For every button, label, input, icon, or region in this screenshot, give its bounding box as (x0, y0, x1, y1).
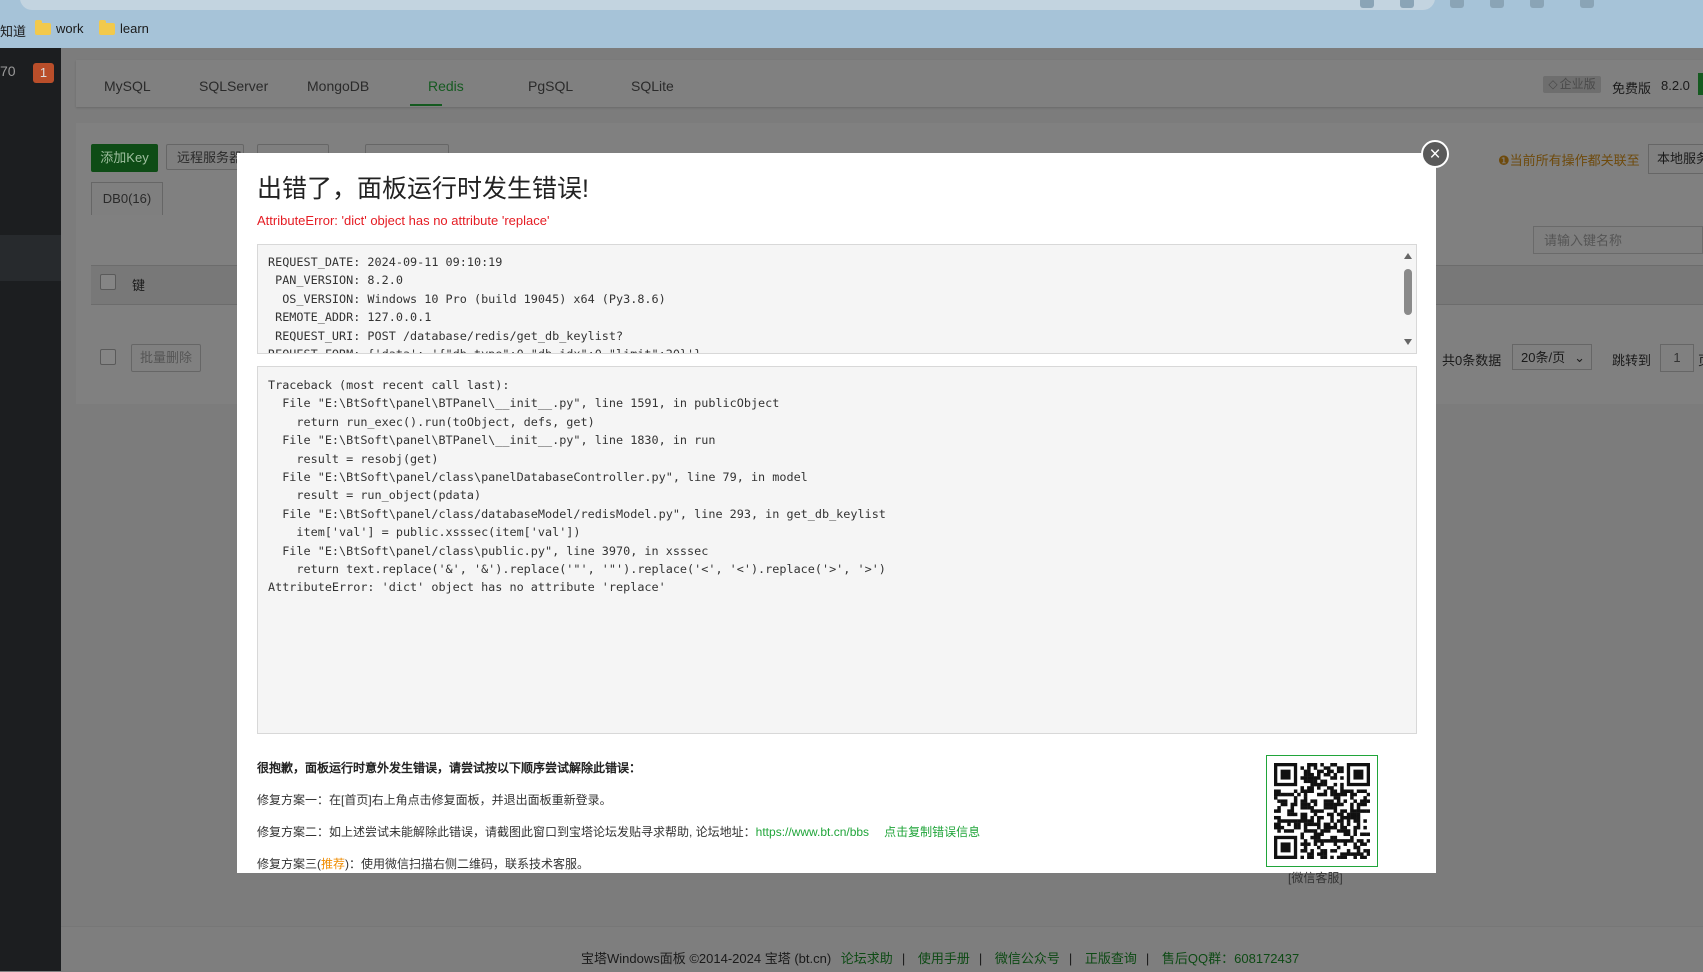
chrome-toolbar-icon[interactable] (1360, 0, 1374, 8)
traceback-text: Traceback (most recent call last): File … (268, 378, 886, 595)
row-select-checkbox[interactable] (100, 349, 116, 365)
recommend-tag: 推荐 (321, 857, 346, 871)
chevron-down-icon: ⌄ (1574, 350, 1585, 365)
add-key-button[interactable]: 添加Key (91, 144, 158, 172)
key-search-input[interactable]: 请输入键名称 (1533, 226, 1703, 254)
per-page-select[interactable]: 20条/页 ⌄ (1512, 344, 1592, 370)
address-bar[interactable] (20, 0, 1435, 10)
fix-option-3-prefix: 修复方案三( (257, 857, 321, 871)
scrollbar[interactable] (1400, 245, 1416, 353)
fix-option-3: 修复方案三(推荐)：使用微信扫描右侧二维码，联系技术客服。 (257, 855, 589, 872)
tab-sqlite[interactable]: SQLite (631, 78, 674, 94)
sidebar (0, 48, 61, 971)
bookmark-label: learn (120, 21, 149, 36)
tab-pgsql[interactable]: PgSQL (528, 78, 573, 94)
total-count: 共0条数据 (1442, 353, 1502, 368)
request-info-box[interactable]: REQUEST_DATE: 2024-09-11 09:10:19 PAN_VE… (257, 244, 1417, 354)
qr-code-image (1274, 763, 1370, 859)
vip-label: 企业版 (1559, 77, 1596, 91)
bookmark-item[interactable]: 知道 (0, 21, 26, 40)
bookmark-folder-work[interactable]: work (35, 19, 84, 36)
folder-icon (35, 19, 51, 35)
tab-sqlserver[interactable]: SQLServer (199, 78, 268, 94)
database-tabs: MySQL SQLServer MongoDB Redis PgSQL SQLi… (76, 60, 1703, 107)
close-icon[interactable]: × (1421, 140, 1449, 168)
browser-chrome: 知道 work learn (0, 0, 1703, 48)
scroll-up-icon[interactable] (1404, 253, 1412, 259)
footer: 宝塔Windows面板 ©2014-2024 宝塔 (bt.cn) 论坛求助 | … (61, 926, 1703, 972)
footer-link-license[interactable]: 正版查询 (1085, 951, 1137, 966)
folder-icon (99, 19, 115, 35)
footer-link-forum[interactable]: 论坛求助 (841, 951, 893, 966)
version-label: 8.2.0 (1661, 78, 1690, 93)
per-page-value: 20条/页 (1521, 350, 1566, 365)
chrome-toolbar-icon[interactable] (1530, 0, 1544, 8)
bookmark-label: work (56, 21, 84, 36)
warning-text: ❶当前所有操作都关联至 (1498, 150, 1640, 169)
traceback-box[interactable]: Traceback (most recent call last): File … (257, 366, 1417, 734)
plan-label: 免费版 (1612, 81, 1652, 96)
copy-error-link[interactable]: 点击复制错误信息 (884, 825, 980, 839)
tab-mysql[interactable]: MySQL (104, 78, 151, 94)
chrome-toolbar-icon[interactable] (1400, 0, 1414, 8)
fix-option-3-suffix: )：使用微信扫描右侧二维码，联系技术客服。 (345, 857, 590, 871)
footer-link-qq[interactable]: 售后QQ群：608172437 (1162, 951, 1299, 966)
error-summary: AttributeError: 'dict' object has no att… (257, 213, 550, 228)
active-tab-indicator (410, 104, 442, 106)
page-suffix: 页 (1698, 350, 1703, 369)
chrome-toolbar-icon[interactable] (1450, 0, 1464, 8)
qr-caption: [微信客服] (1288, 871, 1343, 885)
enterprise-badge[interactable]: ◇ 企业版 (1543, 76, 1601, 93)
footer-copyright: 宝塔Windows面板 ©2014-2024 宝塔 (bt.cn) (581, 951, 832, 966)
bookmark-label: 知道 (0, 24, 27, 39)
column-header-key: 键 (132, 278, 146, 293)
info-icon: ❶ (1498, 153, 1510, 168)
batch-delete-button[interactable]: 批量删除 (131, 344, 201, 372)
scroll-thumb[interactable] (1404, 269, 1412, 315)
select-all-checkbox[interactable] (100, 274, 116, 290)
fix-option-2-text: 修复方案二：如上述尝试未能解除此错误，请截图此窗口到宝塔论坛发贴寻求帮助, 论坛… (257, 825, 756, 839)
chrome-toolbar-icon[interactable] (1580, 0, 1594, 8)
notification-badge[interactable]: 1 (33, 63, 54, 83)
chrome-toolbar-icon[interactable] (1490, 0, 1504, 8)
forum-link[interactable]: https://www.bt.cn/bbs (756, 825, 869, 839)
diamond-icon: ◇ (1548, 77, 1558, 91)
jump-label: 跳转到 (1612, 353, 1652, 368)
sidebar-number: 70 (0, 63, 16, 79)
fix-option-2: 修复方案二：如上述尝试未能解除此错误，请截图此窗口到宝塔论坛发贴寻求帮助, 论坛… (257, 823, 980, 840)
request-info-text: REQUEST_DATE: 2024-09-11 09:10:19 PAN_VE… (268, 255, 701, 353)
fix-option-1: 修复方案一：在[首页]右上角点击修复面板，并退出面板重新登录。 (257, 793, 612, 807)
footer-link-manual[interactable]: 使用手册 (918, 951, 970, 966)
sidebar-active-item[interactable] (0, 235, 61, 281)
tab-db0[interactable]: DB0(16) (91, 182, 163, 215)
dialog-title: 出错了，面板运行时发生错误! (257, 175, 589, 203)
bookmark-folder-learn[interactable]: learn (99, 19, 149, 36)
scroll-down-icon[interactable] (1404, 339, 1412, 345)
tab-redis[interactable]: Redis (428, 78, 464, 94)
footer-link-wechat[interactable]: 微信公众号 (995, 951, 1060, 966)
help-heading: 很抱歉，面板运行时意外发生错误，请尝试按以下顺序尝试解除此错误： (257, 761, 642, 775)
update-tag[interactable] (1698, 73, 1703, 95)
page-input[interactable]: 1 (1660, 344, 1694, 372)
tab-mongodb[interactable]: MongoDB (307, 78, 369, 94)
warning-label: 当前所有操作都关联至 (1509, 153, 1640, 168)
remote-server-button[interactable]: 远程服务器 (166, 144, 244, 170)
local-server-select[interactable]: 本地服务 (1648, 144, 1703, 174)
wechat-qr-code (1266, 755, 1378, 867)
